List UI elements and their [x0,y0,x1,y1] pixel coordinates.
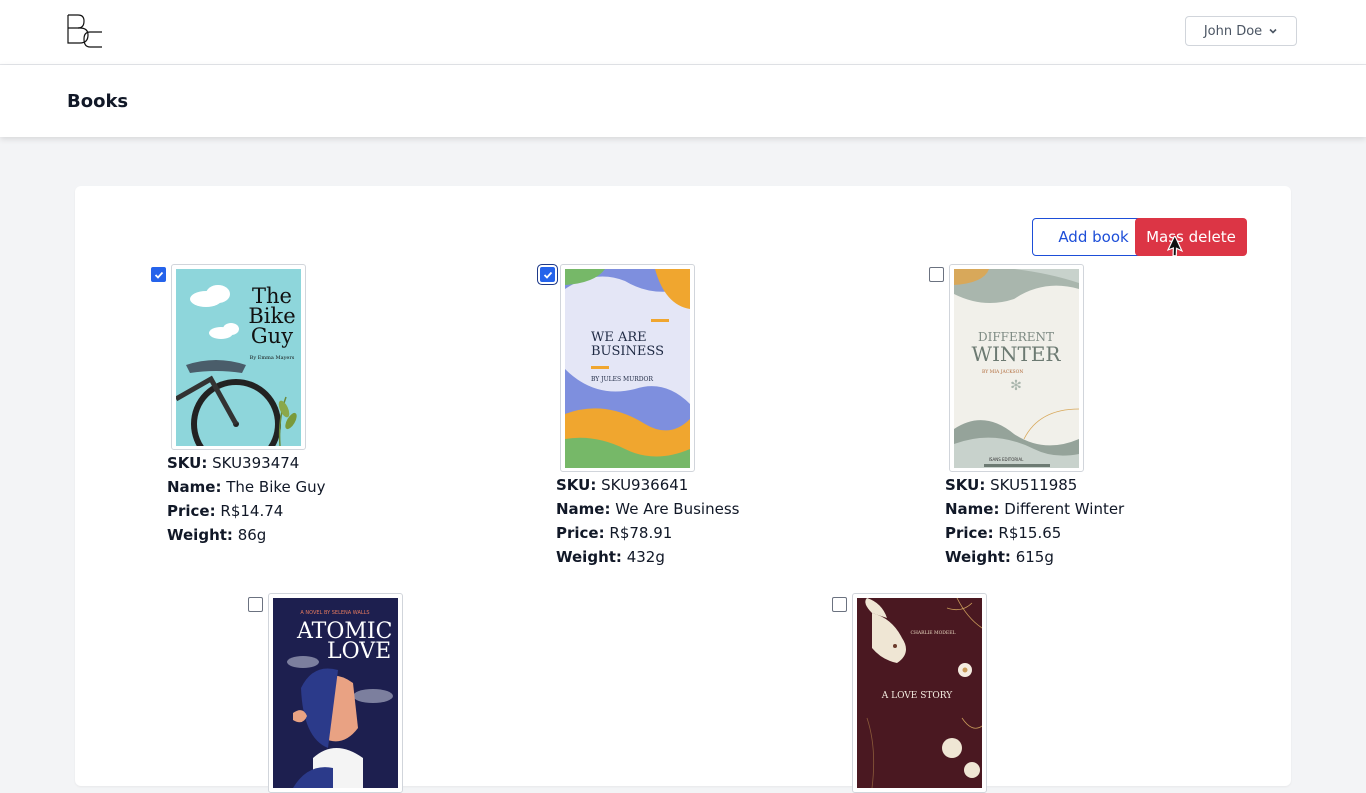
book-weight: Weight: 615g [945,545,1124,569]
weight-value: 615g [1015,548,1054,566]
name-value: Different Winter [1004,500,1125,518]
book-cover-image: DIFFERENT WINTER BY MIA JACKSON ✻ ISANS … [954,269,1079,468]
cover-title-line: BUSINESS [591,344,664,359]
book-name: Name: The Bike Guy [167,475,326,499]
sku-label: SKU: [167,454,208,472]
book-cover-image: CHARLIE MODEEL A LOVE STORY [857,598,982,788]
book-cover-image: WE ARE BUSINESS BY JULES MURDOR [565,269,690,468]
page-header: Books [0,65,1366,137]
name-value: The Bike Guy [226,478,326,496]
book-sku: SKU: SKU936641 [556,473,739,497]
price-label: Price: [556,524,605,542]
name-label: Name: [556,500,611,518]
sku-label: SKU: [945,476,986,494]
book-weight: Weight: 432g [556,545,739,569]
book-weight: Weight: 86g [167,523,326,547]
sku-value: SKU936641 [601,476,689,494]
book-details: SKU: SKU936641 Name: We Are Business Pri… [556,473,739,569]
chevron-down-icon [1269,28,1277,34]
checkmark-icon [543,271,553,279]
book-cover[interactable]: WE ARE BUSINESS BY JULES MURDOR [560,264,695,472]
top-navbar: John Doe [0,0,1366,65]
name-label: Name: [167,478,222,496]
book-cover[interactable]: CHARLIE MODEEL A LOVE STORY [852,593,987,793]
book-details: SKU: SKU393474 Name: The Bike Guy Price:… [167,451,326,547]
sku-label: SKU: [556,476,597,494]
book-details: SKU: SKU511985 Name: Different Winter Pr… [945,473,1124,569]
price-label: Price: [945,524,994,542]
book-price: Price: R$78.91 [556,521,739,545]
book-sku: SKU: SKU393474 [167,451,326,475]
weight-label: Weight: [945,548,1011,566]
user-name: John Doe [1203,23,1263,39]
price-value: R$15.65 [998,524,1062,542]
book-select-checkbox[interactable] [832,597,847,612]
cover-title-line: LOVE [327,639,391,664]
cover-title-line: WINTER [972,342,1062,366]
weight-label: Weight: [556,548,622,566]
snowflake-icon: ✻ [1010,378,1022,394]
books-panel: Add book Mass delete The Bike Guy By Emm… [75,186,1291,793]
book-select-checkbox[interactable] [929,267,944,282]
book-select-checkbox[interactable] [248,597,263,612]
sku-value: SKU511985 [990,476,1078,494]
book-cover[interactable]: The Bike Guy By Emma Mayers [171,264,306,450]
weight-value: 432g [626,548,665,566]
book-name: Name: We Are Business [556,497,739,521]
book-sku: SKU: SKU511985 [945,473,1124,497]
book-cover-image: A NOVEL BY SELENA WALLS ATOMIC LOVE [273,598,398,788]
cover-author: BY JULES MURDOR [591,376,653,383]
mouse-cursor-icon [1167,236,1184,257]
checkmark-icon [154,271,164,279]
price-value: R$14.74 [220,502,284,520]
cover-publisher: ISANS EDITORIAL [989,457,1024,462]
cover-title-line: A LOVE STORY [881,691,954,701]
weight-value: 86g [237,526,267,544]
book-cover-image: The Bike Guy By Emma Mayers [176,269,301,446]
brand-logo-icon[interactable] [66,13,104,51]
cover-title-line: Guy [251,324,293,348]
book-select-checkbox[interactable] [151,267,166,282]
cover-author: CHARLIE MODEEL [911,630,956,636]
book-select-checkbox[interactable] [540,267,555,282]
mass-delete-button[interactable]: Mass delete [1135,218,1247,256]
book-cover[interactable]: DIFFERENT WINTER BY MIA JACKSON ✻ ISANS … [949,264,1084,472]
price-label: Price: [167,502,216,520]
book-cover[interactable]: A NOVEL BY SELENA WALLS ATOMIC LOVE [268,593,403,793]
weight-label: Weight: [167,526,233,544]
sku-value: SKU393474 [212,454,300,472]
cover-author: BY MIA JACKSON [982,369,1023,375]
name-label: Name: [945,500,1000,518]
cover-author: A NOVEL BY SELENA WALLS [300,610,369,616]
book-price: Price: R$14.74 [167,499,326,523]
cover-author: By Emma Mayers [250,355,295,361]
book-price: Price: R$15.65 [945,521,1124,545]
cover-title-line: WE ARE [591,330,647,345]
price-value: R$78.91 [609,524,673,542]
user-menu-button[interactable]: John Doe [1185,16,1297,46]
name-value: We Are Business [615,500,740,518]
book-name: Name: Different Winter [945,497,1124,521]
page-title: Books [67,91,129,112]
